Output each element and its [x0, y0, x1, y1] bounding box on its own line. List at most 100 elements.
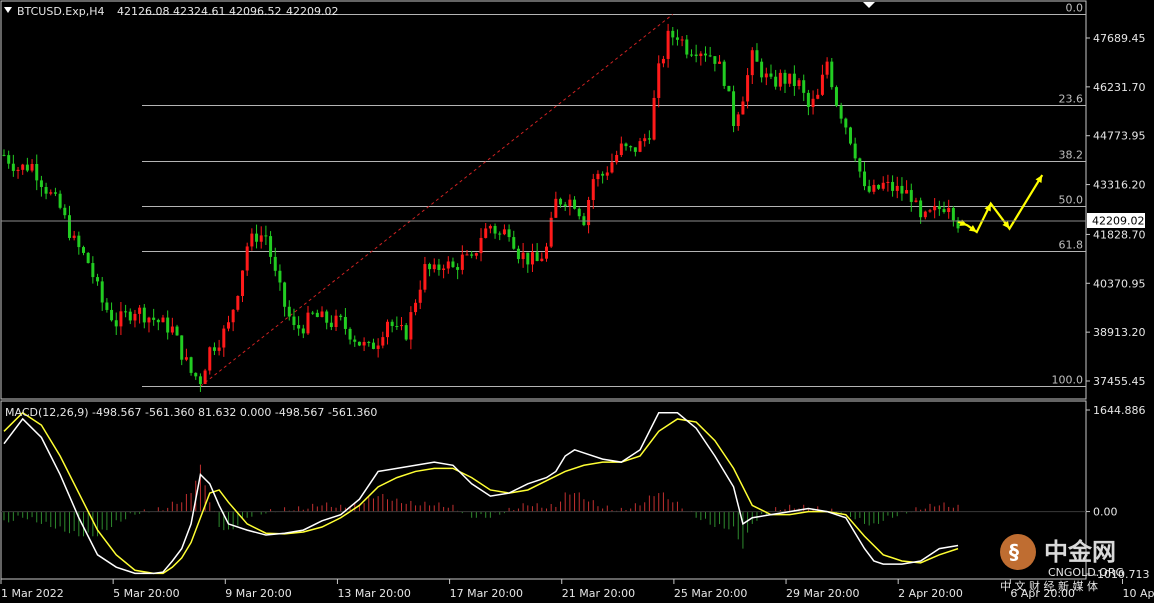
candle-body	[610, 162, 614, 173]
candle-body	[156, 319, 160, 323]
candle-body	[545, 246, 548, 259]
candle-body	[685, 39, 689, 55]
fib-label: 23.6	[1059, 93, 1084, 106]
candle-body	[414, 302, 418, 313]
candle-body	[652, 97, 656, 140]
candle-body	[297, 325, 301, 329]
candle-body	[694, 54, 698, 57]
ohlc-close: 42209.02	[286, 5, 339, 18]
candle-body	[58, 193, 62, 208]
price-tick-label: 46231.70	[1093, 81, 1146, 94]
candle-body	[418, 289, 422, 303]
candle-body	[39, 180, 43, 188]
candle-body	[114, 320, 118, 327]
candle-body	[226, 322, 230, 329]
symbol-header: BTCUSD.Exp,H4	[17, 5, 105, 18]
candle-body	[428, 264, 432, 270]
candle-body	[914, 200, 918, 202]
ohlc-high: 42324.61	[173, 5, 226, 18]
candle-body	[334, 315, 338, 328]
time-tick-label: 9 Mar 20:00	[225, 587, 291, 600]
candle-body	[764, 73, 768, 78]
candle-body	[49, 192, 53, 194]
macd-panel-frame	[0, 400, 1087, 580]
candle-body	[615, 155, 619, 163]
candle-body	[530, 252, 534, 265]
candle-body	[825, 61, 829, 75]
candle-body	[259, 235, 263, 242]
watermark: § 中金网 CNGOLD.ORG 中 文 财 经 新 媒 体	[1000, 534, 1124, 593]
candle-body	[502, 229, 506, 235]
candle-body	[951, 208, 955, 221]
current-price-label: 42209.02	[1092, 215, 1145, 228]
candle-body	[755, 50, 759, 62]
fib-label: 50.0	[1059, 194, 1084, 207]
candle-body	[255, 233, 259, 242]
candle-body	[942, 209, 946, 213]
candle-body	[21, 164, 25, 170]
candle-body	[437, 264, 441, 270]
candle-body	[404, 325, 408, 340]
candle-body	[348, 328, 352, 340]
candle-body	[689, 54, 693, 56]
candle-body	[119, 311, 123, 327]
candle-body	[11, 163, 15, 171]
candle-body	[77, 235, 81, 248]
candle-body	[867, 186, 871, 192]
candle-body	[376, 345, 380, 349]
candle-body	[647, 138, 651, 140]
candle-body	[806, 92, 810, 107]
candle-body	[507, 229, 511, 238]
candle-body	[638, 141, 642, 152]
candle-body	[91, 263, 95, 278]
candle-body	[409, 312, 413, 340]
candle-body	[844, 118, 848, 128]
candle-body	[900, 185, 904, 194]
ohlc-open: 42126.08	[117, 5, 170, 18]
candle-body	[820, 74, 824, 95]
candle-body	[325, 311, 329, 323]
fib-label: 38.2	[1059, 149, 1084, 162]
price-tick-label: 43316.20	[1093, 179, 1146, 192]
candle-body	[194, 372, 198, 377]
candle-body	[44, 187, 48, 194]
candle-body	[905, 190, 909, 194]
fib-label: 100.0	[1052, 374, 1084, 387]
macd-tick-label: 1644.886	[1093, 404, 1146, 417]
candle-body	[329, 322, 333, 328]
candle-body	[343, 316, 347, 329]
candle-body	[591, 179, 595, 200]
candle-body	[661, 58, 665, 64]
time-tick-label: 10 Apr 20:00	[1122, 587, 1154, 600]
current-price-marker: 42209.02	[1087, 213, 1145, 228]
time-tick-label: 5 Mar 20:00	[113, 587, 179, 600]
candle-body	[147, 317, 151, 323]
candle-body	[699, 53, 703, 57]
candle-body	[947, 208, 951, 213]
candle-body	[432, 264, 436, 270]
candle-body	[657, 63, 661, 98]
candle-body	[198, 376, 202, 385]
candle-body	[713, 56, 717, 64]
candle-body	[353, 339, 357, 342]
candle-body	[269, 236, 273, 257]
candle-body	[222, 328, 226, 348]
candle-body	[479, 237, 483, 254]
candle-body	[554, 198, 558, 218]
watermark-brand: 中金网	[1044, 538, 1116, 566]
candle-body	[367, 341, 371, 343]
candle-body	[357, 341, 361, 346]
candle-body	[872, 184, 876, 192]
candle-body	[923, 211, 927, 218]
candle-body	[535, 252, 539, 262]
candle-body	[797, 80, 801, 86]
candle-body	[863, 171, 867, 187]
candle-body	[100, 281, 104, 303]
candle-body	[470, 254, 474, 256]
candle-body	[788, 73, 792, 84]
candle-body	[666, 30, 670, 59]
candle-body	[245, 246, 249, 271]
macd-label: MACD(12,26,9) -498.567 -561.360 81.632 0…	[5, 406, 377, 419]
price-tick-label: 40370.95	[1093, 277, 1146, 290]
time-axis: 1 Mar 2022 5 Mar 20:00 9 Mar 20:00 13 Mar 2…	[0, 579, 1154, 600]
